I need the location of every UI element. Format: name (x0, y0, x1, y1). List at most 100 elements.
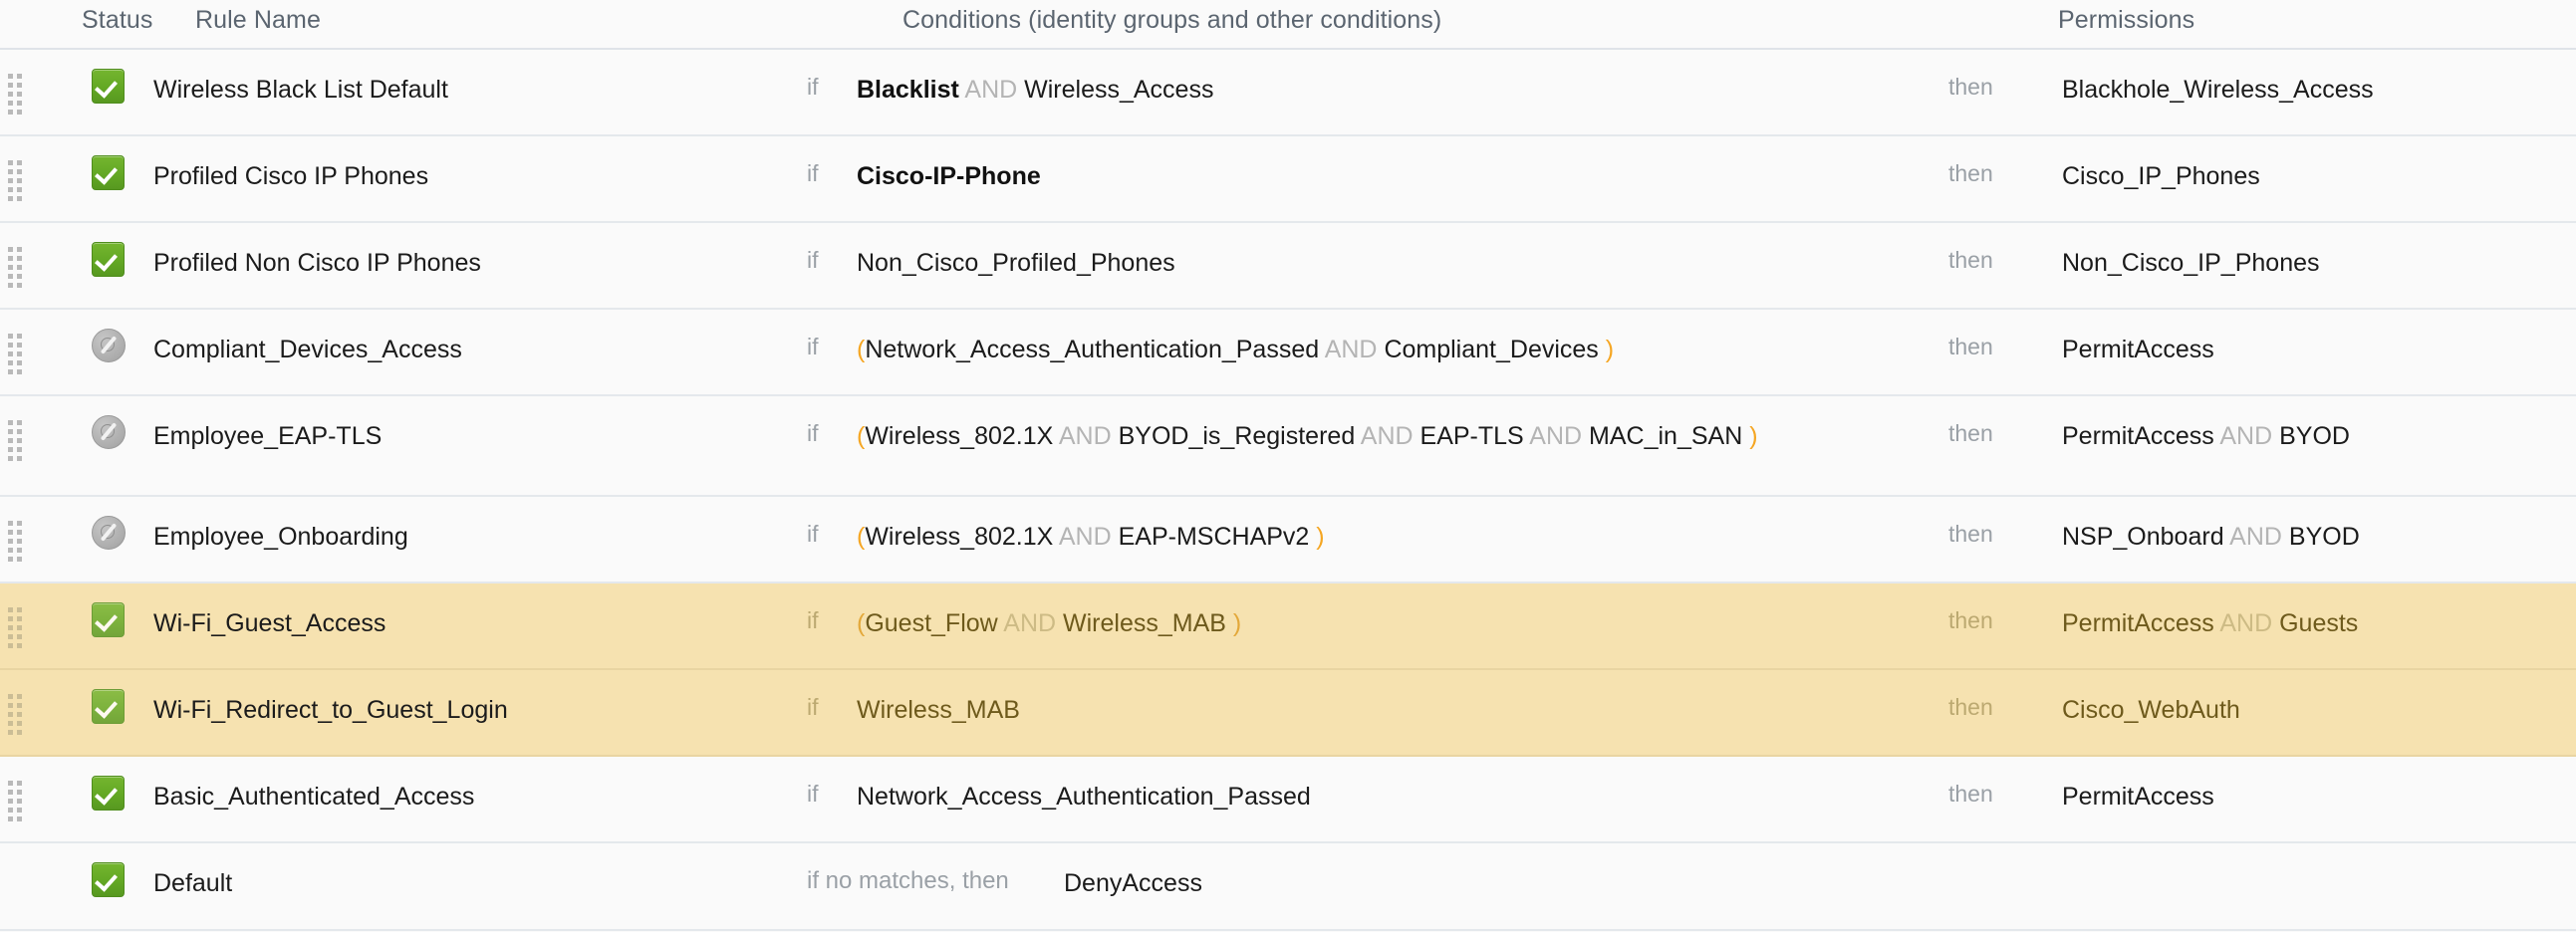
condition-token: PermitAccess (2062, 422, 2214, 450)
grip-dots-icon (8, 247, 22, 291)
condition-token: AND (1319, 336, 1385, 363)
condition-token: AND (1053, 523, 1119, 551)
check-square-icon[interactable] (92, 776, 125, 811)
condition-token: PermitAccess (2062, 783, 2214, 811)
no-entry-icon[interactable] (92, 329, 126, 362)
grip-dots-icon (8, 607, 22, 651)
permissions-cell: PermitAccess AND Guests (2058, 583, 2576, 642)
condition-token: AND (997, 609, 1064, 637)
status-cell (40, 583, 149, 637)
table-row[interactable]: Compliant_Devices_Access if (Network_Acces… (0, 310, 2576, 396)
condition-token: Non_Cisco_IP_Phones (2062, 249, 2320, 277)
if-keyword: if (807, 334, 819, 359)
condition-token: AND (958, 76, 1025, 104)
then-keyword: then (1948, 247, 1993, 273)
drag-handle[interactable] (0, 670, 40, 738)
condition-token: Compliant_Devices (1384, 336, 1599, 363)
conditions-cell: Network_Access_Authentication_Passed (855, 757, 1946, 816)
table-row[interactable]: Basic_Authenticated_Access if Network_Acce… (0, 757, 2576, 843)
if-keyword: if (807, 781, 819, 807)
status-cell (40, 223, 149, 277)
permissions-cell: PermitAccess (2058, 310, 2576, 368)
condition-token: Cisco_IP_Phones (2062, 162, 2260, 190)
rule-name-cell[interactable]: Compliant_Devices_Access (149, 310, 807, 368)
table-row[interactable]: Wi-Fi_Redirect_to_Guest_Login if Wireless_… (0, 670, 2576, 757)
table-row[interactable]: Default if no matches, then DenyAccess (0, 843, 2576, 931)
grip-dots-icon (8, 694, 22, 738)
table-row[interactable]: Employee_Onboarding if (Wireless_802.1X AN… (0, 497, 2576, 583)
check-square-icon[interactable] (92, 602, 125, 637)
drag-handle[interactable] (0, 757, 40, 824)
check-square-icon[interactable] (92, 862, 125, 897)
status-cell (40, 136, 149, 190)
permissions-cell: Blackhole_Wireless_Access (2058, 50, 2576, 109)
status-column-header: Status (82, 6, 153, 34)
rule-name-cell[interactable]: Wireless Black List Default (149, 50, 807, 109)
rule-name-cell[interactable]: Default (149, 843, 807, 902)
condition-token: Network_Access_Authentication_Passed (865, 336, 1320, 363)
drag-handle[interactable] (0, 223, 40, 291)
condition-token: AND (1355, 422, 1420, 450)
check-square-icon[interactable] (92, 155, 125, 190)
rule-name-cell[interactable]: Profiled Non Cisco IP Phones (149, 223, 807, 282)
drag-handle[interactable] (0, 310, 40, 377)
condition-token: NSP_Onboard (2062, 523, 2224, 551)
rule-name-cell[interactable]: Basic_Authenticated_Access (149, 757, 807, 816)
condition-token: BYOD (2279, 422, 2350, 450)
condition-token: Wireless_MAB (857, 696, 1020, 724)
rule-name-cell[interactable]: Wi-Fi_Guest_Access (149, 583, 807, 642)
no-entry-icon[interactable] (92, 415, 126, 449)
condition-token: ) (1309, 523, 1325, 551)
if-keyword: if (807, 420, 819, 446)
default-match-keyword: if no matches, then (807, 867, 1009, 894)
check-square-icon[interactable] (92, 242, 125, 277)
condition-token: Guest_Flow (865, 609, 998, 637)
status-cell (40, 50, 149, 104)
check-square-icon[interactable] (92, 69, 125, 104)
then-keyword: then (1948, 521, 1993, 547)
grip-dots-icon (8, 160, 22, 204)
status-cell (40, 757, 149, 811)
then-keyword: then (1948, 334, 1993, 359)
rule-name-cell[interactable]: Employee_Onboarding (149, 497, 807, 556)
drag-handle[interactable] (0, 136, 40, 204)
if-keyword: if (807, 247, 819, 273)
condition-token: AND (1053, 422, 1119, 450)
permissions-column-header: Permissions (2058, 6, 2195, 34)
grip-dots-icon (8, 521, 22, 565)
then-keyword: then (1948, 74, 1993, 100)
drag-handle[interactable] (0, 50, 40, 117)
rule-name-cell[interactable]: Employee_EAP-TLS (149, 396, 807, 455)
grip-dots-icon (8, 74, 22, 117)
drag-handle[interactable] (0, 396, 40, 464)
no-entry-icon[interactable] (92, 516, 126, 550)
table-row[interactable]: Wi-Fi_Guest_Access if (Guest_Flow AND Wire… (0, 583, 2576, 670)
then-keyword: then (1948, 694, 1993, 720)
then-keyword: then (1948, 420, 1993, 446)
check-square-icon[interactable] (92, 689, 125, 724)
condition-token: Blacklist (857, 76, 959, 104)
conditions-cell: Cisco-IP-Phone (855, 136, 1946, 195)
table-row[interactable]: Wireless Black List Default if Blacklist A… (0, 50, 2576, 136)
drag-handle[interactable] (0, 497, 40, 565)
status-cell (40, 843, 149, 897)
grip-dots-icon (8, 334, 22, 377)
conditions-cell: (Wireless_802.1X AND BYOD_is_Registered … (855, 396, 1946, 455)
condition-token: MAC_in_SAN (1589, 422, 1743, 450)
table-row[interactable]: Employee_EAP-TLS if (Wireless_802.1X AND B… (0, 396, 2576, 497)
condition-token: Wireless_Access (1024, 76, 1214, 104)
conditions-cell: (Guest_Flow AND Wireless_MAB ) (855, 583, 1946, 642)
condition-token: Cisco-IP-Phone (857, 162, 1041, 190)
grip-dots-icon (8, 781, 22, 824)
table-row[interactable]: Profiled Non Cisco IP Phones if Non_Cisco_… (0, 223, 2576, 310)
then-keyword: then (1948, 607, 1993, 633)
rule-name-cell[interactable]: Wi-Fi_Redirect_to_Guest_Login (149, 670, 807, 729)
grip-placeholder (0, 843, 40, 865)
permissions-cell: NSP_Onboard AND BYOD (2058, 497, 2576, 556)
drag-handle[interactable] (0, 583, 40, 651)
table-header-row: Status Rule Name Conditions (identity gr… (0, 0, 2576, 50)
if-keyword: if (807, 160, 819, 186)
table-row[interactable]: Profiled Cisco IP Phones if Cisco-IP-Phone… (0, 136, 2576, 223)
rule-name-cell[interactable]: Profiled Cisco IP Phones (149, 136, 807, 195)
condition-token: ) (1598, 336, 1615, 363)
